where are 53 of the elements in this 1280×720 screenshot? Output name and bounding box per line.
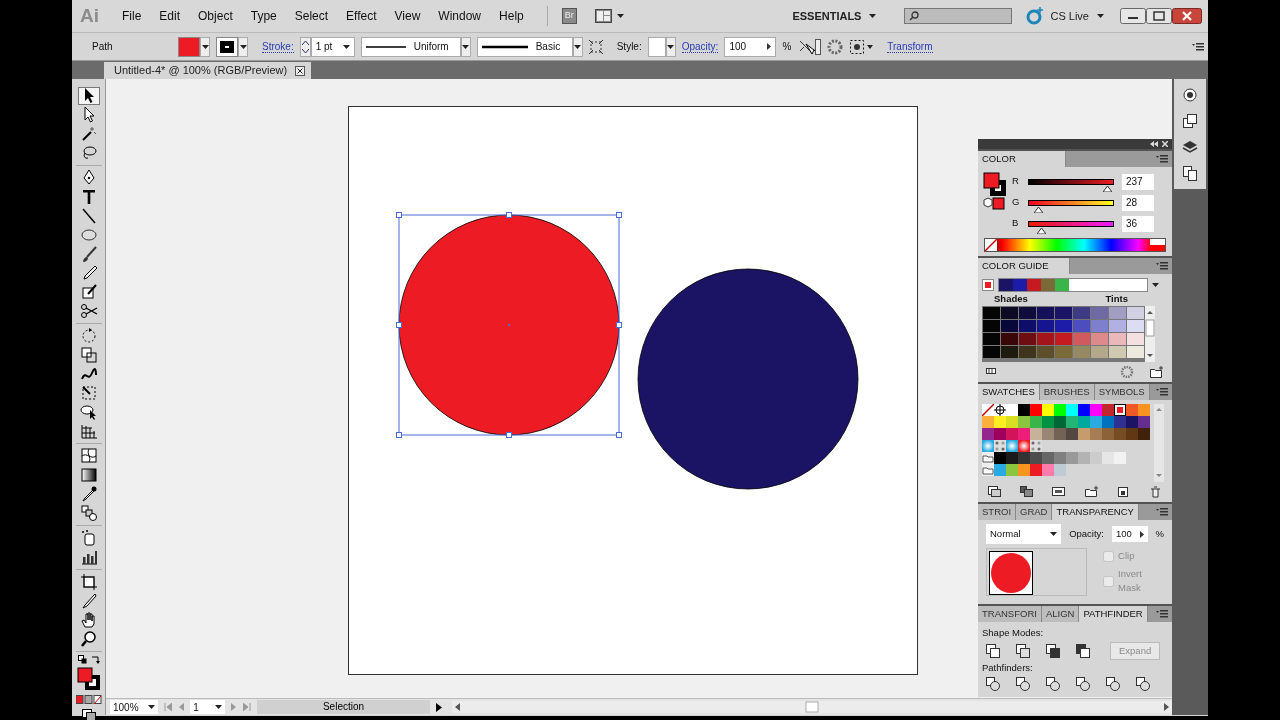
panel-tab[interactable]: COLOR: [978, 151, 1066, 167]
menu-item[interactable]: View: [385, 7, 430, 25]
panel-tab[interactable]: TRANSPARENCY: [1052, 504, 1139, 521]
opacity-link[interactable]: Opacity:: [681, 40, 719, 53]
panel-tab[interactable]: PATHFINDER: [1079, 606, 1148, 623]
percent-label: %: [782, 40, 792, 54]
menu-item[interactable]: Edit: [150, 7, 190, 25]
selection-type-label: Path: [92, 40, 114, 54]
app-logo: Ai: [80, 3, 99, 28]
panel-tab[interactable]: COLOR GUIDE: [978, 258, 1070, 274]
tints-label: Tints: [1105, 292, 1128, 306]
workspace-switcher[interactable]: ESSENTIALS: [786, 6, 883, 26]
zoom-dropdown[interactable]: 100%: [110, 700, 159, 714]
panel-tab[interactable]: ALIGN: [1041, 606, 1080, 623]
style-label: Style:: [616, 40, 642, 54]
channel-label: G: [1012, 195, 1020, 210]
shades-label: Shades: [994, 292, 1028, 306]
stroke-link[interactable]: Stroke:: [262, 40, 294, 53]
menu-item[interactable]: File: [113, 7, 151, 25]
opacity-field[interactable]: 100: [1112, 526, 1148, 543]
page-dropdown[interactable]: 1: [190, 700, 226, 714]
blend-mode-dropdown[interactable]: Normal: [986, 524, 1062, 545]
opacity-field[interactable]: 100: [724, 36, 777, 57]
shape-modes-label: Shape Modes:: [981, 626, 1045, 641]
variable-width-profile-field[interactable]: Uniform: [360, 36, 461, 57]
checkbox-label: Invert Mask: [1118, 567, 1143, 596]
menu-item[interactable]: Type: [241, 7, 286, 25]
channel-label: B: [1012, 216, 1020, 231]
menu-item[interactable]: Window: [429, 7, 491, 25]
channel-label: R: [1012, 174, 1020, 189]
panel-tab[interactable]: GRAD: [1016, 504, 1053, 521]
menu-item[interactable]: Help: [490, 7, 533, 25]
opacity-label: Opacity:: [1069, 527, 1104, 542]
channel-value-field[interactable]: 28: [1122, 194, 1154, 211]
document-tab[interactable]: Untitled-4* @ 100% (RGB/Preview): [104, 62, 312, 79]
pathfinders-label: Pathfinders:: [981, 660, 1034, 675]
panel-tab[interactable]: SYMBOLS: [1094, 384, 1150, 401]
panel-tab[interactable]: BRUSHES: [1039, 384, 1095, 401]
menu-item[interactable]: Select: [285, 7, 338, 25]
percent-label: %: [1155, 527, 1164, 542]
stroke-weight-field[interactable]: 1 pt: [310, 36, 355, 57]
cs-live-button[interactable]: CS Live: [1044, 6, 1110, 26]
channel-value-field[interactable]: 237: [1122, 173, 1154, 190]
brush-definition-field[interactable]: Basic: [476, 36, 573, 57]
panel-tab[interactable]: SWATCHES: [978, 384, 1040, 401]
channel-value-field[interactable]: 36: [1122, 215, 1154, 232]
transform-link[interactable]: Transform: [887, 40, 933, 53]
panel-tab[interactable]: STROI: [978, 504, 1017, 521]
panel-tab[interactable]: TRANSFORI: [978, 606, 1042, 623]
checkbox-label: Clip: [1118, 548, 1135, 563]
menu-item[interactable]: Effect: [337, 7, 386, 25]
menu-item[interactable]: Object: [189, 7, 242, 25]
current-tool-menu[interactable]: Selection: [257, 700, 430, 714]
